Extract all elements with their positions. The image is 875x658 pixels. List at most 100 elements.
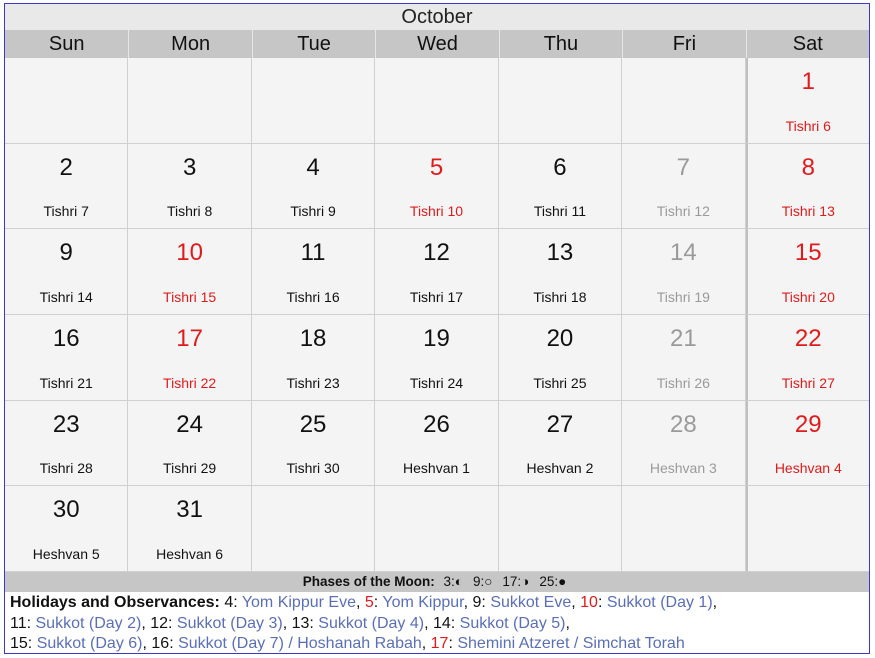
day-cell-28[interactable]: 28 Heshvan 3 xyxy=(622,400,746,487)
weekday-sun: Sun xyxy=(48,33,85,55)
hebrew-date: Tishri 6 xyxy=(785,117,831,134)
holiday-link[interactable]: Yom Kippur xyxy=(382,594,463,611)
weekday-thu: Thu xyxy=(498,30,622,58)
day-number: 23 xyxy=(52,410,80,438)
day-number: 19 xyxy=(423,325,450,353)
holiday-date: 17 xyxy=(430,635,449,653)
day-number: 12 xyxy=(423,239,450,267)
day-cell-3[interactable]: 3 Tishri 8 xyxy=(128,143,252,230)
empty-cell xyxy=(622,58,746,144)
day-number: 7 xyxy=(676,153,691,181)
day-number: 6 xyxy=(553,153,567,181)
holiday-link[interactable]: Sukkot (Day 4) xyxy=(318,615,424,632)
holiday-separator: , xyxy=(712,594,718,612)
hebrew-date: Tishri 8 xyxy=(166,203,213,220)
first-quarter-moon-icon: ◐ xyxy=(454,574,463,590)
day-cell-6[interactable]: 6 Tishri 11 xyxy=(498,143,623,230)
moon-phase-date: 17: xyxy=(502,574,522,590)
holiday-link[interactable]: Sukkot (Day 3) xyxy=(177,615,283,632)
day-cell-8[interactable]: 8 Tishri 13 xyxy=(745,143,869,230)
hebrew-date: Tishri 13 xyxy=(781,203,835,220)
day-cell-7[interactable]: 7 Tishri 12 xyxy=(622,143,746,230)
day-cell-18[interactable]: 18 Tishri 23 xyxy=(251,315,376,401)
day-number: 5 xyxy=(429,153,444,181)
holiday-link[interactable]: Sukkot (Day 2) xyxy=(36,615,142,632)
day-cell-4[interactable]: 4 Tishri 9 xyxy=(251,143,376,230)
weekday-mon: Mon xyxy=(128,30,251,58)
day-cell-16[interactable]: 16 Tishri 21 xyxy=(5,315,129,401)
holiday-link[interactable]: Sukkot (Day 5) xyxy=(460,615,566,632)
holiday-link[interactable]: Yom Kippur Eve xyxy=(242,594,356,611)
calendar-grid: 1 Tishri 6 2 Tishri 7 3 Tishri 8 4 Tishri 9 5 Tis… xyxy=(5,58,869,573)
day-cell-29[interactable]: 29 Heshvan 4 xyxy=(745,400,869,487)
weekday-tue: Tue xyxy=(251,30,375,58)
moon-phase-item: 3:◐ xyxy=(444,574,463,589)
holiday-link[interactable]: Sukkot (Day 1) xyxy=(607,594,713,611)
holiday-date: 14 xyxy=(432,614,451,632)
empty-cell xyxy=(498,486,623,573)
hebrew-date: Tishri 26 xyxy=(656,374,710,391)
holiday-date: 16 xyxy=(151,635,170,653)
day-cell-25[interactable]: 25 Tishri 30 xyxy=(251,400,376,487)
day-number: 20 xyxy=(546,325,574,353)
day-cell-27[interactable]: 27 Heshvan 2 xyxy=(498,400,623,487)
day-cell-12[interactable]: 12 Tishri 17 xyxy=(375,229,499,316)
day-cell-26[interactable]: 26 Heshvan 1 xyxy=(375,400,499,487)
day-cell-10[interactable]: 10 Tishri 15 xyxy=(128,229,252,316)
hebrew-date: Tishri 10 xyxy=(409,203,464,220)
holiday-date: 15 xyxy=(10,635,28,653)
day-number: 10 xyxy=(176,239,203,267)
moon-phases-label: Phases of the Moon: xyxy=(302,574,435,590)
empty-cell xyxy=(251,58,376,144)
day-cell-14[interactable]: 14 Tishri 19 xyxy=(622,229,746,316)
holiday-link[interactable]: Shemini Atzeret / Simchat Torah xyxy=(457,635,684,652)
moon-phase-item: 9:○ xyxy=(473,574,492,589)
hebrew-date: Tishri 11 xyxy=(533,203,586,220)
day-cell-9[interactable]: 9 Tishri 14 xyxy=(5,229,129,316)
empty-cell xyxy=(251,486,376,573)
empty-cell xyxy=(498,58,623,144)
day-cell-11[interactable]: 11 Tishri 16 xyxy=(251,229,376,316)
hebrew-date: Tishri 21 xyxy=(39,374,93,391)
day-cell-20[interactable]: 20 Tishri 25 xyxy=(498,315,623,401)
holiday-link[interactable]: Sukkot (Day 7) / Hoshanah Rabah xyxy=(178,635,422,652)
empty-cell xyxy=(128,58,252,144)
day-number: 15 xyxy=(794,239,822,267)
day-number: 4 xyxy=(306,153,320,181)
holiday-link[interactable]: Sukkot (Day 6) xyxy=(37,635,143,652)
day-cell-5[interactable]: 5 Tishri 10 xyxy=(375,143,499,230)
hebrew-date: Tishri 22 xyxy=(163,374,217,391)
holiday-date: 10 xyxy=(580,594,598,612)
hebrew-date: Tishri 9 xyxy=(290,203,336,220)
day-cell-22[interactable]: 22 Tishri 27 xyxy=(745,315,869,401)
day-cell-17[interactable]: 17 Tishri 22 xyxy=(128,315,252,401)
day-cell-1[interactable]: 1 Tishri 6 xyxy=(745,58,869,144)
day-cell-13[interactable]: 13 Tishri 18 xyxy=(498,229,623,316)
day-cell-19[interactable]: 19 Tishri 24 xyxy=(375,315,499,401)
moon-phase-date: 9: xyxy=(472,574,485,590)
day-cell-30[interactable]: 30 Heshvan 5 xyxy=(5,486,129,573)
day-cell-15[interactable]: 15 Tishri 20 xyxy=(745,229,869,316)
moon-phase-item: 17:◑ xyxy=(502,574,529,589)
weekday-wed: Wed xyxy=(375,30,498,58)
empty-cell xyxy=(375,58,499,144)
holiday-line: 15: Sukkot (Day 6), 16: Sukkot (Day 7) /… xyxy=(10,635,685,653)
holiday-line: 4: Yom Kippur Eve, 5: Yom Kippur, 9: Suk… xyxy=(224,594,718,612)
day-number: 17 xyxy=(176,325,203,353)
hebrew-date: Tishri 14 xyxy=(39,289,93,306)
hebrew-date: Tishri 19 xyxy=(656,289,710,306)
day-cell-31[interactable]: 31 Heshvan 6 xyxy=(128,486,252,573)
day-cell-2[interactable]: 2 Tishri 7 xyxy=(5,143,129,230)
day-number: 8 xyxy=(801,153,815,181)
day-number: 16 xyxy=(52,325,80,353)
holiday-link[interactable]: Sukkot Eve xyxy=(490,594,571,611)
hebrew-date: Tishri 18 xyxy=(533,289,587,306)
day-number: 14 xyxy=(670,239,697,267)
day-cell-24[interactable]: 24 Tishri 29 xyxy=(128,400,252,487)
day-cell-23[interactable]: 23 Tishri 28 xyxy=(5,400,129,487)
day-cell-21[interactable]: 21 Tishri 26 xyxy=(622,315,746,401)
holiday-separator: , xyxy=(463,594,473,612)
holiday-separator: , xyxy=(421,635,431,653)
hebrew-date: Heshvan 1 xyxy=(403,460,470,477)
holiday-date: 9 xyxy=(472,594,482,612)
